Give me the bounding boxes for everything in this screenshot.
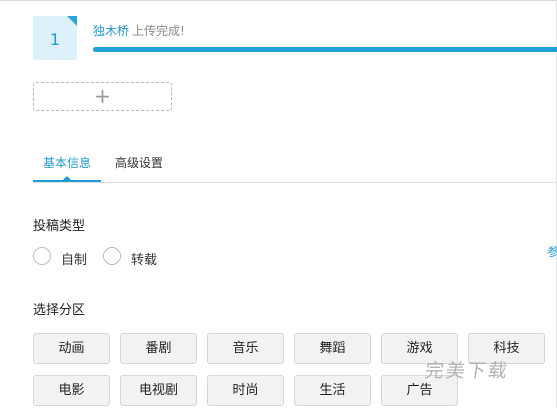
add-file-button[interactable]: + <box>33 82 172 111</box>
upload-progress-fill <box>93 47 557 52</box>
upload-status-text: 上传完成! <box>132 24 185 38</box>
category-button-tv-series[interactable]: 电视剧 <box>120 375 197 406</box>
radio-circle-icon <box>33 247 51 265</box>
cut-off-side-link[interactable]: 参 <box>547 243 557 260</box>
plus-icon: + <box>94 84 111 108</box>
radio-repost-label: 转载 <box>131 253 158 268</box>
radio-self-made-label: 自制 <box>61 253 88 268</box>
watermark-logo: 完美下载 <box>423 360 511 382</box>
category-button-movie[interactable]: 电影 <box>33 375 110 406</box>
tab-basic-info-label: 基本信息 <box>42 156 91 170</box>
tab-bar: 基本信息 高级设置 <box>33 146 557 183</box>
tab-basic-info[interactable]: 基本信息 <box>33 146 101 182</box>
category-button-bangumi[interactable]: 番剧 <box>120 333 197 364</box>
upload-progress-bar <box>93 47 557 52</box>
file-index-number: 1 <box>49 30 61 49</box>
active-tab-caret-icon <box>63 176 71 180</box>
category-button-fashion[interactable]: 时尚 <box>207 375 284 406</box>
file-title: 独木桥 上传完成! <box>93 22 185 39</box>
category-button-life[interactable]: 生活 <box>294 375 371 406</box>
window-top-border <box>0 0 557 1</box>
file-name[interactable]: 独木桥 <box>93 24 129 38</box>
file-thumbnail: 1 <box>33 16 77 60</box>
radio-circle-icon <box>103 247 121 265</box>
category-button-dance[interactable]: 舞蹈 <box>294 333 371 364</box>
submission-type-label: 投稿类型 <box>33 219 86 234</box>
category-label: 选择分区 <box>33 303 86 318</box>
category-button-animation[interactable]: 动画 <box>33 333 110 364</box>
tab-advanced-settings[interactable]: 高级设置 <box>114 146 164 181</box>
tab-advanced-settings-label: 高级设置 <box>114 156 163 170</box>
category-button-music[interactable]: 音乐 <box>207 333 284 364</box>
